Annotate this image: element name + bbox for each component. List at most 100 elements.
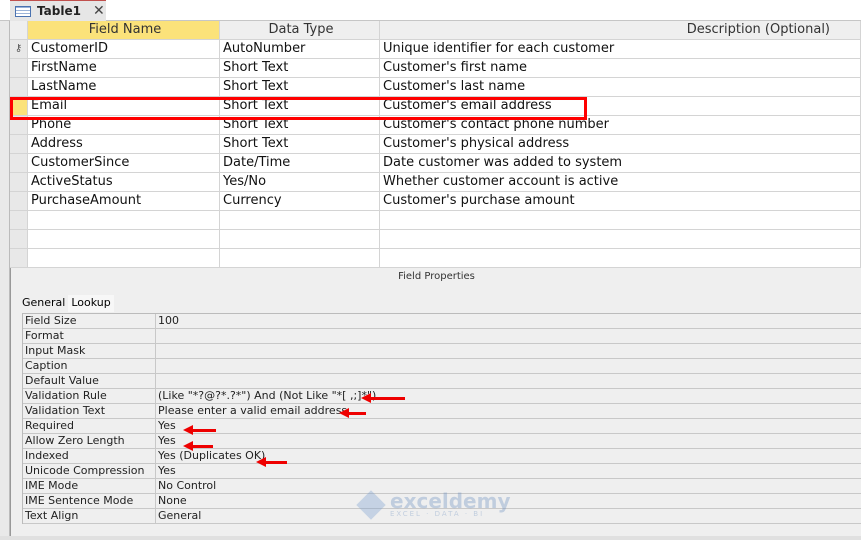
table-row[interactable]: ActiveStatus Yes/No Whether customer acc…: [10, 173, 861, 192]
row-selector[interactable]: [10, 135, 28, 154]
description-cell[interactable]: Customer's first name: [380, 59, 861, 78]
property-value[interactable]: Please enter a valid email address: [156, 404, 861, 419]
field-name-cell[interactable]: LastName: [28, 78, 220, 97]
select-all[interactable]: [10, 21, 28, 40]
data-type-cell[interactable]: Yes/No: [220, 173, 380, 192]
description-cell[interactable]: [380, 230, 861, 249]
field-name-cell[interactable]: ActiveStatus: [28, 173, 220, 192]
property-value[interactable]: Yes: [156, 419, 861, 434]
row-selector[interactable]: [10, 173, 28, 192]
property-label: Caption: [23, 359, 156, 374]
property-label: Unicode Compression: [23, 464, 156, 479]
empty-row[interactable]: [10, 230, 861, 249]
exceldemy-watermark: exceldemy EXCEL · DATA · BI: [356, 490, 511, 520]
property-value[interactable]: [156, 359, 861, 374]
property-value[interactable]: [156, 344, 861, 359]
property-row[interactable]: Validation Rule (Like "*?@?*.?*") And (No…: [23, 389, 861, 404]
close-tab-icon[interactable]: ✕: [93, 3, 105, 19]
property-label: Allow Zero Length: [23, 434, 156, 449]
description-cell[interactable]: Whether customer account is active: [380, 173, 861, 192]
data-type-cell[interactable]: Currency: [220, 192, 380, 211]
description-cell[interactable]: Customer's purchase amount: [380, 192, 861, 211]
property-row[interactable]: Required Yes: [23, 419, 861, 434]
red-arrow: [183, 441, 213, 451]
description-cell[interactable]: Customer's last name: [380, 78, 861, 97]
data-type-cell[interactable]: [220, 211, 380, 230]
field-properties-title: Field Properties: [398, 271, 475, 282]
data-type-cell[interactable]: [220, 249, 380, 268]
data-type-cell[interactable]: Short Text: [220, 135, 380, 154]
primary-key-icon[interactable]: ⚷: [10, 40, 28, 59]
field-name-cell[interactable]: CustomerID: [28, 40, 220, 59]
table-row[interactable]: CustomerSince Date/Time Date customer wa…: [10, 154, 861, 173]
data-type-cell[interactable]: Short Text: [220, 59, 380, 78]
empty-row[interactable]: [10, 211, 861, 230]
field-name-cell[interactable]: Address: [28, 135, 220, 154]
table-row[interactable]: ⚷ CustomerID AutoNumber Unique identifie…: [10, 40, 861, 59]
description-cell[interactable]: Customer's physical address: [380, 135, 861, 154]
property-row[interactable]: Default Value: [23, 374, 861, 389]
property-value[interactable]: [156, 374, 861, 389]
field-name-cell[interactable]: [28, 249, 220, 268]
row-selector[interactable]: [10, 78, 28, 97]
row-selector[interactable]: [10, 192, 28, 211]
field-name-cell[interactable]: [28, 230, 220, 249]
grid-header: Field Name Data Type Description (Option…: [10, 21, 861, 40]
field-name-cell[interactable]: FirstName: [28, 59, 220, 78]
property-value[interactable]: (Like "*?@?*.?*") And (Not Like "*[ ,;]*…: [156, 389, 861, 404]
highlight-box: [10, 97, 587, 120]
description-cell[interactable]: [380, 249, 861, 268]
row-selector[interactable]: [10, 230, 28, 249]
property-label: IME Sentence Mode: [23, 494, 156, 509]
property-label: Input Mask: [23, 344, 156, 359]
row-selector[interactable]: [10, 249, 28, 268]
property-value[interactable]: 100: [156, 314, 861, 329]
row-selector[interactable]: [10, 211, 28, 230]
data-type-cell[interactable]: [220, 230, 380, 249]
row-selector[interactable]: [10, 59, 28, 78]
field-name-cell[interactable]: CustomerSince: [28, 154, 220, 173]
property-row[interactable]: Format: [23, 329, 861, 344]
column-header-description[interactable]: Description (Optional): [380, 21, 861, 40]
table-row[interactable]: Address Short Text Customer's physical a…: [10, 135, 861, 154]
data-type-cell[interactable]: AutoNumber: [220, 40, 380, 59]
property-label: Default Value: [23, 374, 156, 389]
data-type-cell[interactable]: Date/Time: [220, 154, 380, 173]
table-row[interactable]: FirstName Short Text Customer's first na…: [10, 59, 861, 78]
description-cell[interactable]: [380, 211, 861, 230]
field-name-cell[interactable]: [28, 211, 220, 230]
description-cell[interactable]: Unique identifier for each customer: [380, 40, 861, 59]
tab-table1[interactable]: Table1 ✕: [10, 0, 106, 21]
property-row[interactable]: Field Size 100: [23, 314, 861, 329]
property-row[interactable]: Allow Zero Length Yes: [23, 434, 861, 449]
data-type-cell[interactable]: Short Text: [220, 78, 380, 97]
document-tab-bar: Table1 ✕: [0, 0, 861, 21]
table-icon: [15, 5, 31, 17]
red-arrow: [256, 457, 287, 467]
column-header-data-type[interactable]: Data Type: [220, 21, 380, 40]
tab-general[interactable]: General: [19, 295, 69, 313]
property-row[interactable]: Validation Text Please enter a valid emai…: [23, 404, 861, 419]
red-arrow: [183, 425, 216, 435]
property-row[interactable]: Caption: [23, 359, 861, 374]
property-row[interactable]: Input Mask: [23, 344, 861, 359]
table-row[interactable]: LastName Short Text Customer's last name: [10, 78, 861, 97]
property-row[interactable]: Indexed Yes (Duplicates OK): [23, 449, 861, 464]
table-row[interactable]: PurchaseAmount Currency Customer's purch…: [10, 192, 861, 211]
property-label: Format: [23, 329, 156, 344]
column-header-field-name[interactable]: Field Name: [28, 21, 220, 40]
property-label: Validation Text: [23, 404, 156, 419]
property-row[interactable]: Unicode Compression Yes: [23, 464, 861, 479]
property-label: Indexed: [23, 449, 156, 464]
field-name-cell[interactable]: PurchaseAmount: [28, 192, 220, 211]
tab-lookup[interactable]: Lookup: [68, 295, 114, 312]
property-value[interactable]: [156, 329, 861, 344]
property-label: Required: [23, 419, 156, 434]
description-cell[interactable]: Date customer was added to system: [380, 154, 861, 173]
red-arrow: [361, 393, 405, 403]
red-arrow: [339, 408, 366, 418]
empty-row[interactable]: [10, 249, 861, 268]
row-selector[interactable]: [10, 154, 28, 173]
property-value[interactable]: Yes: [156, 434, 861, 449]
property-label: Validation Rule: [23, 389, 156, 404]
